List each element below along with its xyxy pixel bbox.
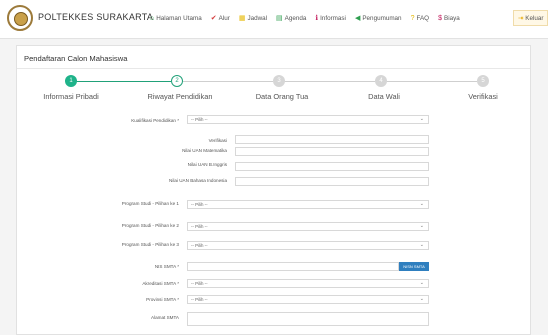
prodi3-value: -- Pilih -- bbox=[191, 243, 208, 248]
registration-card: Pendaftaran Calon Mahasiswa 1 Informasi P… bbox=[16, 45, 531, 335]
dollar-icon: $ bbox=[438, 15, 442, 22]
nilai-ind-input[interactable] bbox=[235, 177, 429, 186]
prodi3-select[interactable]: -- Pilih -- ⌄ bbox=[187, 241, 429, 250]
provinsi-select[interactable]: -- Pilih -- ⌄ bbox=[187, 295, 429, 304]
nisn-button[interactable]: NISN SMTA bbox=[399, 262, 429, 271]
nilai-mtk-label: Nilai UAN Matematika bbox=[182, 148, 227, 153]
chevron-down-icon: ⌄ bbox=[419, 116, 424, 122]
nav-item-label: FAQ bbox=[416, 15, 430, 22]
nilai-ing-input[interactable] bbox=[235, 162, 429, 171]
step-4-label[interactable]: Data Wali bbox=[368, 92, 400, 101]
nav-item-label: Biaya bbox=[444, 15, 460, 22]
prodi2-label: Program Studi - Pilihan ke 2 bbox=[121, 223, 179, 228]
nav-item-label: Pengumuman bbox=[362, 15, 402, 22]
nav-item-informasi[interactable]: ℹ Informasi bbox=[315, 12, 346, 26]
akreditasi-select[interactable]: -- Pilih -- ⌄ bbox=[187, 279, 429, 288]
prodi1-value: -- Pilih -- bbox=[191, 202, 208, 207]
chevron-down-icon: ⌄ bbox=[419, 242, 424, 248]
kualifikasi-value: -- Pilih -- bbox=[191, 117, 208, 122]
akreditasi-label: Akreditasi SMTA * bbox=[142, 281, 179, 286]
step-connector bbox=[279, 81, 375, 82]
nav-item-label: Agenda bbox=[284, 15, 307, 22]
check-icon: ✔ bbox=[210, 15, 217, 22]
nilai-ind-label: Nilai UAN Bahasa Indonesia bbox=[169, 178, 227, 183]
provinsi-value: -- Pilih -- bbox=[191, 297, 208, 302]
prodi2-select[interactable]: -- Pilih -- ⌄ bbox=[187, 222, 429, 231]
poltekkes-logo-icon[interactable] bbox=[7, 5, 33, 31]
akreditasi-value: -- Pilih -- bbox=[191, 281, 208, 286]
chevron-down-icon: ⌄ bbox=[419, 296, 424, 302]
nav-item-label: Informasi bbox=[320, 15, 346, 22]
card-title: Pendaftaran Calon Mahasiswa bbox=[24, 54, 128, 63]
calendar-icon: ▦ bbox=[238, 15, 246, 22]
alamat-label: Alamat SMTA bbox=[151, 315, 179, 320]
kualifikasi-label: Kualifikasi Pendidikan * bbox=[131, 118, 179, 123]
step-5-circle[interactable]: 5 bbox=[477, 75, 489, 87]
info-icon: ℹ bbox=[315, 15, 319, 22]
alamat-textarea[interactable] bbox=[187, 312, 429, 326]
nav-item-faq[interactable]: ? FAQ bbox=[411, 12, 430, 26]
nav-item-label: Alur bbox=[218, 15, 230, 22]
nilai-mtk-input[interactable] bbox=[235, 147, 429, 156]
divider bbox=[17, 68, 530, 69]
megaphone-icon: ◀ bbox=[354, 15, 361, 22]
prodi1-select[interactable]: -- Pilih -- ⌄ bbox=[187, 200, 429, 209]
chevron-down-icon: ⌄ bbox=[419, 223, 424, 229]
nav-item-agenda[interactable]: ▤ Agenda bbox=[276, 12, 306, 26]
logout-label: Keluar bbox=[525, 14, 544, 22]
nav-item-biaya[interactable]: $ Biaya bbox=[438, 12, 460, 26]
step-1-circle[interactable]: 1 bbox=[65, 75, 77, 87]
prodi2-value: -- Pilih -- bbox=[191, 224, 208, 229]
step-4-circle[interactable]: 4 bbox=[375, 75, 387, 87]
prodi3-label: Program Studi - Pilihan ke 3 bbox=[121, 242, 179, 247]
home-icon: ⌂ bbox=[150, 15, 155, 22]
agenda-icon: ▤ bbox=[276, 15, 283, 22]
verifikasi-label: Verifikasi bbox=[208, 138, 227, 143]
kualifikasi-select[interactable]: -- Pilih -- ⌄ bbox=[187, 115, 429, 124]
step-3-circle[interactable]: 3 bbox=[273, 75, 285, 87]
nis-label: NIS SMTA * bbox=[154, 264, 179, 269]
nav-item-halaman-utama[interactable]: ⌂ Halaman Utama bbox=[150, 12, 202, 26]
step-5-label[interactable]: Verifikasi bbox=[468, 92, 498, 101]
main-nav: ⌂ Halaman Utama ✔ Alur ▦ Jadwal ▤ Agenda ℹ Inform… bbox=[150, 12, 469, 26]
top-navbar: POLTEKKES SURAKARTA ⌂ Halaman Utama ✔ Alur ▦… bbox=[0, 0, 548, 39]
step-connector bbox=[177, 81, 273, 82]
nilai-ing-label: Nilai UAN B.Inggris bbox=[187, 162, 227, 167]
step-3-label[interactable]: Data Orang Tua bbox=[256, 92, 309, 101]
logout-button[interactable]: ⇥ Keluar bbox=[513, 10, 548, 26]
nav-item-alur[interactable]: ✔ Alur bbox=[211, 12, 230, 26]
chevron-down-icon: ⌄ bbox=[419, 280, 424, 286]
faq-icon: ? bbox=[410, 15, 415, 22]
step-connector bbox=[381, 81, 477, 82]
step-2-circle[interactable]: 2 bbox=[171, 75, 183, 87]
logout-icon: ⇥ bbox=[518, 14, 524, 22]
step-2-label[interactable]: Riwayat Pendidikan bbox=[148, 92, 213, 101]
verifikasi-input[interactable] bbox=[235, 135, 429, 144]
step-connector bbox=[71, 81, 171, 82]
chevron-down-icon: ⌄ bbox=[419, 201, 424, 207]
nav-item-label: Jadwal bbox=[247, 15, 268, 22]
nav-item-label: Halaman Utama bbox=[156, 15, 202, 22]
nav-item-jadwal[interactable]: ▦ Jadwal bbox=[239, 12, 267, 26]
brand-title[interactable]: POLTEKKES SURAKARTA bbox=[38, 12, 153, 22]
step-1-label[interactable]: Informasi Pribadi bbox=[43, 92, 98, 101]
provinsi-label: Provinsi SMTA * bbox=[146, 297, 179, 302]
prodi1-label: Program Studi - Pilihan ke 1 bbox=[121, 201, 179, 206]
nis-input[interactable] bbox=[187, 262, 399, 271]
nav-item-pengumuman[interactable]: ◀ Pengumuman bbox=[355, 12, 402, 26]
